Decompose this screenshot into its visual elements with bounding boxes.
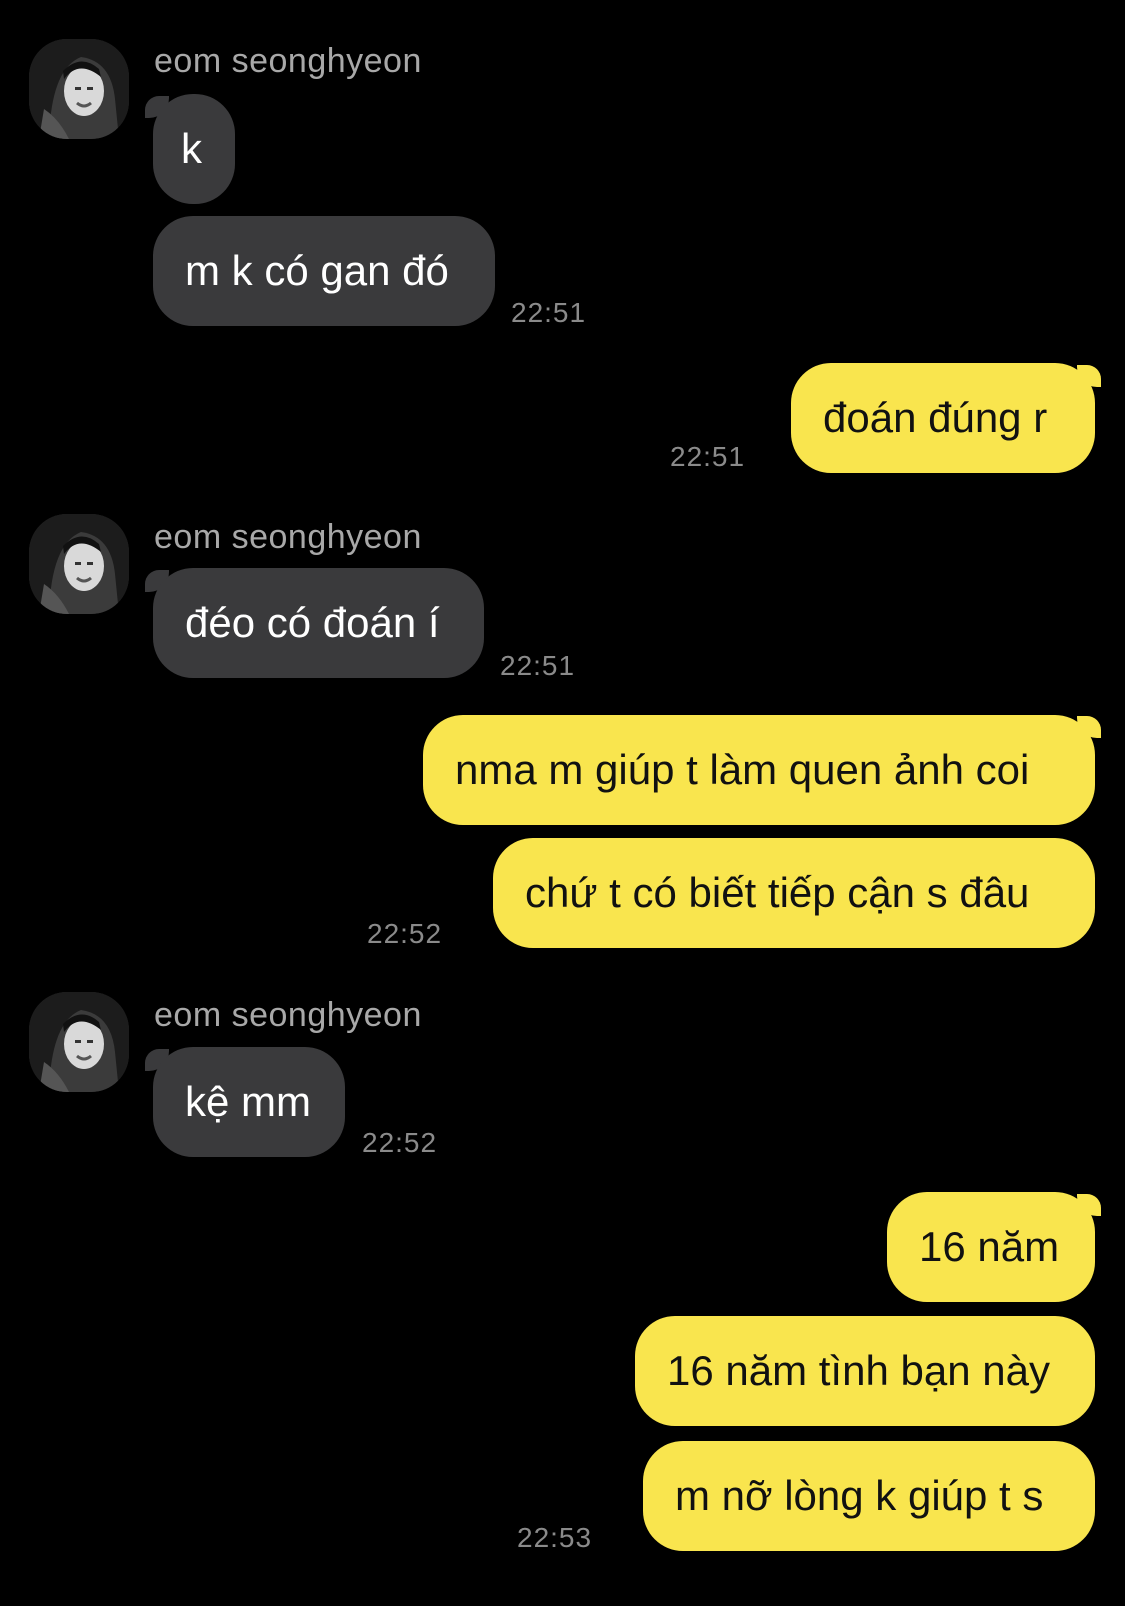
message-timestamp: 22:51	[670, 441, 746, 472]
message-bubble-outgoing[interactable]: chứ t có biết tiếp cận s đâu	[493, 838, 1095, 948]
message-timestamp: 22:52	[362, 1127, 438, 1158]
message-bubble-incoming[interactable]: m k có gan đó	[153, 216, 495, 326]
message-timestamp: 22:51	[500, 650, 576, 681]
sender-name: eom seonghyeon	[154, 996, 422, 1034]
message-bubble-outgoing[interactable]: nma m giúp t làm quen ảnh coi	[423, 715, 1095, 825]
message-bubble-outgoing[interactable]: 16 năm	[887, 1192, 1095, 1302]
contact-avatar[interactable]	[29, 514, 129, 614]
message-bubble-outgoing[interactable]: m nỡ lòng k giúp t s	[643, 1441, 1095, 1551]
sender-name: eom seonghyeon	[154, 42, 422, 80]
contact-avatar[interactable]	[29, 992, 129, 1092]
contact-avatar[interactable]	[29, 39, 129, 139]
message-bubble-incoming[interactable]: kệ mm	[153, 1047, 345, 1157]
message-bubble-outgoing[interactable]: 16 năm tình bạn này	[635, 1316, 1095, 1426]
sender-name: eom seonghyeon	[154, 518, 422, 556]
message-bubble-outgoing[interactable]: đoán đúng r	[791, 363, 1095, 473]
message-timestamp: 22:51	[511, 297, 587, 328]
avatar-photo-icon	[29, 39, 129, 139]
message-bubble-incoming[interactable]: k	[153, 94, 235, 204]
message-timestamp: 22:53	[517, 1522, 593, 1553]
avatar-photo-icon	[29, 992, 129, 1092]
message-timestamp: 22:52	[367, 918, 443, 949]
avatar-photo-icon	[29, 514, 129, 614]
message-bubble-incoming[interactable]: đéo có đoán í	[153, 568, 484, 678]
